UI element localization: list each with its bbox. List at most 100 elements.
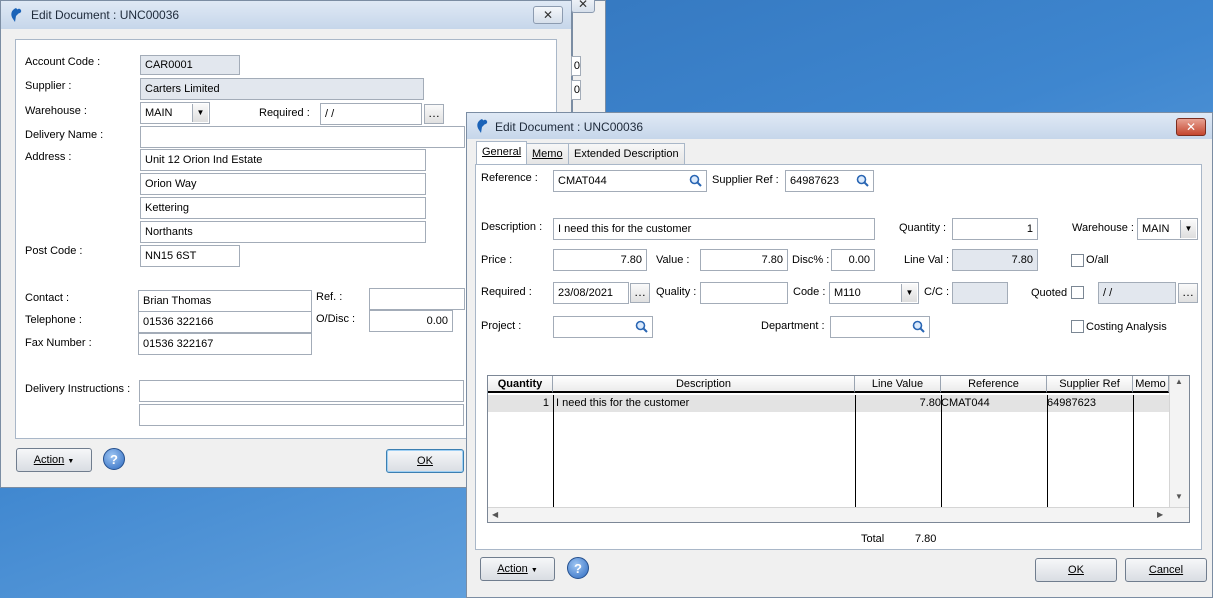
project-label: Project : [481,320,522,332]
warehouse-label: Warehouse : [25,105,87,117]
col-divider [855,395,856,507]
general-tab-panel: Reference : CMAT044 Supplier Ref : 64987… [475,164,1202,550]
warehouse-select[interactable]: MAIN ▼ [140,102,210,124]
col-description-header[interactable]: Description [553,376,855,393]
address-line-2[interactable]: Orion Way [140,173,426,195]
search-icon[interactable] [635,320,648,333]
quantity-field[interactable]: 1 [952,218,1038,240]
lines-grid[interactable]: Quantity Description Line Value Referenc… [487,375,1190,523]
app-logo-icon [11,8,22,22]
col-divider [1047,395,1048,507]
hidden-field-2[interactable]: 0 [571,80,581,100]
account-code-field[interactable]: CAR0001 [140,55,240,75]
supplier-field[interactable]: Carters Limited [140,78,424,100]
tab-memo[interactable]: Memo [526,143,569,165]
front-cancel-button[interactable]: Cancel [1125,558,1207,582]
reference-field[interactable]: CMAT044 [553,170,707,192]
scroll-down-icon[interactable]: ▼ [1175,492,1183,501]
disc-field[interactable]: 0.00 [831,249,875,271]
price-field[interactable]: 7.80 [553,249,647,271]
tab-extended-description[interactable]: Extended Description [568,143,685,165]
required-picker-button[interactable]: … [424,104,444,124]
back-ok-button[interactable]: OK [386,449,464,473]
address-line-4[interactable]: Northants [140,221,426,243]
search-icon[interactable] [856,174,869,187]
delivery-name-field[interactable] [140,126,465,148]
back-action-button[interactable]: Action ▼ [16,448,92,472]
contact-field[interactable]: Brian Thomas [138,290,312,312]
required-date-field[interactable]: 23/08/2021 [553,282,629,304]
cell-reference: CMAT044 [941,397,990,409]
cc-label: C/C : [924,286,950,298]
quantity-label: Quantity : [899,222,947,234]
quality-label: Quality : [656,286,697,298]
chevron-down-icon[interactable]: ▼ [1180,220,1196,238]
value-field[interactable]: 7.80 [700,249,788,271]
quoted-date-field[interactable]: / / [1098,282,1176,304]
col-quantity-header[interactable]: Quantity [488,376,553,393]
oall-checkbox[interactable] [1071,254,1084,267]
post-code-field[interactable]: NN15 6ST [140,245,240,267]
quality-field[interactable] [700,282,788,304]
costing-analysis-checkbox[interactable] [1071,320,1084,333]
post-code-label: Post Code : [25,245,83,257]
disc-label: Disc% : [792,254,830,266]
col-reference-header[interactable]: Reference [941,376,1047,393]
close-icon: ✕ [1185,120,1197,134]
chevron-down-icon[interactable]: ▼ [901,284,917,302]
quoted-label: Quoted [1031,287,1068,299]
back-help-icon[interactable]: ? [103,448,125,470]
description-field[interactable]: I need this for the customer [553,218,875,240]
back-close-button[interactable]: ✕ [533,6,563,24]
code-select[interactable]: M110 ▼ [829,282,919,304]
ellipsis-icon: … [428,106,440,120]
telephone-field[interactable]: 01536 322166 [138,311,312,333]
line-val-field[interactable]: 7.80 [952,249,1038,271]
required-label: Required : [259,107,310,119]
total-label: Total [861,533,885,545]
vertical-scrollbar[interactable]: ▲ ▼ [1169,376,1189,507]
scroll-left-icon[interactable]: ◀ [492,510,498,519]
front-title-bar[interactable]: Edit Document : UNC00036 ✕ [467,113,1212,139]
col-supplier-ref-header[interactable]: Supplier Ref [1047,376,1133,393]
delivery-instructions-line-1[interactable] [139,380,464,402]
ref-label: Ref. : [316,291,343,303]
project-field[interactable] [553,316,653,338]
address-line-3[interactable]: Kettering [140,197,426,219]
odisc-field[interactable]: 0.00 [369,310,453,332]
quoted-checkbox[interactable] [1071,286,1084,299]
col-divider [941,395,942,507]
ellipsis-icon: … [1182,285,1194,299]
back-title-bar[interactable]: Edit Document : UNC00036 ✕ [1,1,571,29]
col-memo-header[interactable]: Memo [1133,376,1169,393]
hidden-close-button[interactable]: ✕ [571,0,595,13]
front-ok-button[interactable]: OK [1035,558,1117,582]
department-field[interactable] [830,316,930,338]
front-close-button[interactable]: ✕ [1176,118,1206,136]
horizontal-scrollbar[interactable]: ◀ ▶ [488,507,1189,522]
front-window-title: Edit Document : UNC00036 [495,120,644,134]
scroll-right-icon[interactable]: ▶ [1157,510,1163,519]
hidden-field-1[interactable]: 0 [571,56,581,76]
front-help-icon[interactable]: ? [567,557,589,579]
col-line-value-header[interactable]: Line Value [855,376,941,393]
required-picker-button[interactable]: … [630,283,650,303]
search-icon[interactable] [689,174,702,187]
chevron-down-icon: ▼ [67,458,75,465]
warehouse-select[interactable]: MAIN ▼ [1137,218,1198,240]
scroll-up-icon[interactable]: ▲ [1175,377,1183,386]
chevron-down-icon[interactable]: ▼ [192,104,208,122]
cc-field[interactable] [952,282,1008,304]
supplier-label: Supplier : [25,80,72,92]
search-icon[interactable] [912,320,925,333]
delivery-instructions-line-2[interactable] [139,404,464,426]
address-line-1[interactable]: Unit 12 Orion Ind Estate [140,149,426,171]
fax-field[interactable]: 01536 322167 [138,333,312,355]
supplier-ref-field[interactable]: 64987623 [785,170,874,192]
table-row[interactable]: 1 I need this for the customer 7.80 CMAT… [488,395,1169,412]
front-action-button[interactable]: Action ▼ [480,557,555,581]
required-date-field[interactable]: / / [320,103,422,125]
ref-field[interactable] [369,288,465,310]
quoted-picker-button[interactable]: … [1178,283,1198,303]
tab-general[interactable]: General [476,141,528,165]
